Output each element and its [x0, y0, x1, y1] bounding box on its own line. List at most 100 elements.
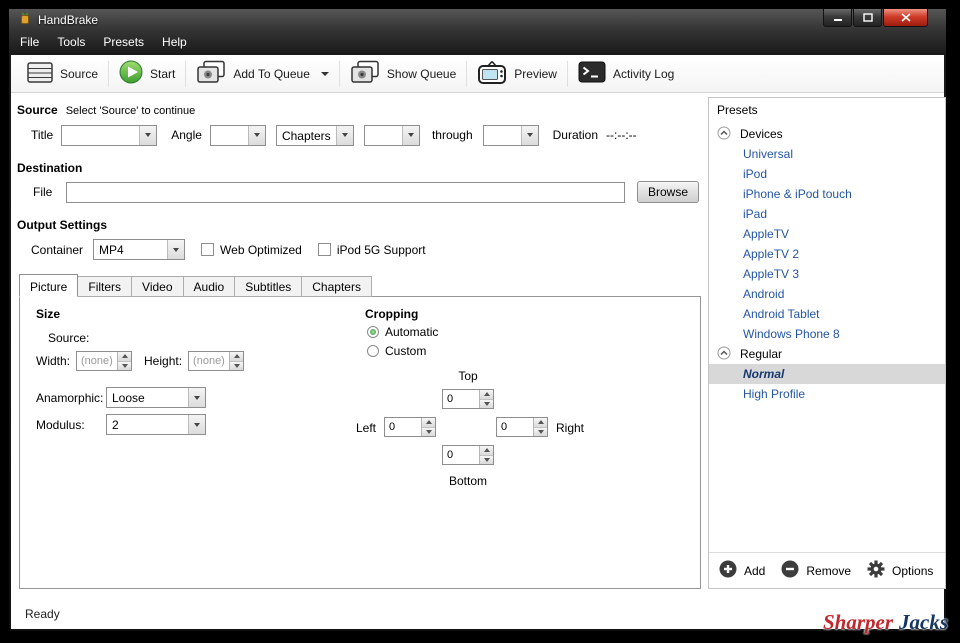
duration-value: --:--:-- [606, 128, 637, 142]
preset-item[interactable]: Android Tablet [709, 304, 945, 324]
collapse-chevron-icon[interactable] [717, 126, 731, 143]
show-queue-icon [350, 60, 380, 88]
preset-group-regular[interactable]: Regular [709, 344, 945, 364]
window-content: Source Start Add To Queue [11, 55, 944, 629]
add-preset-button[interactable]: Add [719, 560, 765, 581]
chapter-start-dropdown[interactable] [364, 125, 420, 146]
preset-item[interactable]: AppleTV 2 [709, 244, 945, 264]
file-input[interactable] [66, 182, 625, 203]
tab-chapters[interactable]: Chapters [302, 276, 372, 297]
menu-help[interactable]: Help [153, 32, 196, 52]
height-label: Height: [144, 354, 182, 368]
add-to-queue-icon [196, 60, 226, 88]
stepper-down-icon[interactable] [230, 362, 243, 371]
stepper-arrows[interactable] [421, 418, 435, 436]
container-dropdown[interactable]: MP4 [93, 239, 185, 260]
stepper-arrows[interactable] [479, 446, 493, 464]
add-to-queue-button[interactable]: Add To Queue [186, 56, 339, 92]
minimize-button[interactable] [823, 9, 852, 27]
menu-bar: File Tools Presets Help [9, 31, 946, 53]
dropdown-arrow-icon[interactable] [188, 415, 205, 434]
dropdown-arrow-icon[interactable] [188, 388, 205, 407]
height-stepper[interactable]: (none) [188, 351, 244, 371]
automatic-radio[interactable] [367, 326, 379, 338]
activity-log-label: Activity Log [613, 67, 674, 81]
chapter-end-dropdown[interactable] [483, 125, 539, 146]
stepper-down-icon[interactable] [118, 362, 131, 371]
stepper-up-icon[interactable] [230, 352, 243, 362]
preset-item-selected[interactable]: Normal [709, 364, 945, 384]
stepper-up-icon[interactable] [480, 446, 493, 456]
dropdown-arrow-icon[interactable] [521, 126, 538, 145]
crop-bottom-stepper[interactable]: 0 [442, 445, 494, 465]
stepper-up-icon[interactable] [422, 418, 435, 428]
preset-item[interactable]: AppleTV [709, 224, 945, 244]
preset-group-devices[interactable]: Devices [709, 124, 945, 144]
stepper-arrows[interactable] [533, 418, 547, 436]
dropdown-arrow-icon[interactable] [336, 126, 353, 145]
collapse-chevron-icon[interactable] [717, 346, 731, 363]
custom-crop-option[interactable]: Custom [367, 344, 426, 358]
preset-item[interactable]: Windows Phone 8 [709, 324, 945, 344]
custom-radio[interactable] [367, 345, 379, 357]
stepper-up-icon[interactable] [118, 352, 131, 362]
title-dropdown[interactable] [61, 125, 157, 146]
automatic-crop-option[interactable]: Automatic [367, 325, 438, 339]
stepper-down-icon[interactable] [534, 428, 547, 437]
preview-label: Preview [514, 67, 557, 81]
preview-button[interactable]: Preview [467, 56, 567, 92]
tab-video[interactable]: Video [132, 276, 183, 297]
start-button[interactable]: Start [109, 56, 185, 91]
stepper-down-icon[interactable] [480, 400, 493, 409]
menu-tools[interactable]: Tools [48, 32, 94, 52]
web-optimized-option[interactable]: Web Optimized [201, 243, 302, 257]
stepper-up-icon[interactable] [480, 390, 493, 400]
angle-dropdown[interactable] [210, 125, 266, 146]
add-to-queue-caret-icon[interactable] [321, 72, 329, 76]
remove-preset-button[interactable]: Remove [781, 560, 851, 581]
menu-file[interactable]: File [11, 32, 48, 52]
crop-left-stepper[interactable]: 0 [384, 417, 436, 437]
stepper-arrows[interactable] [479, 390, 493, 408]
dropdown-arrow-icon[interactable] [402, 126, 419, 145]
dropdown-arrow-icon[interactable] [248, 126, 265, 145]
crop-left-label: Left [356, 421, 376, 435]
crop-right-stepper[interactable]: 0 [496, 417, 548, 437]
close-button[interactable] [883, 9, 928, 27]
maximize-button[interactable] [853, 9, 882, 27]
tab-audio[interactable]: Audio [184, 276, 236, 297]
source-button[interactable]: Source [17, 58, 108, 90]
preset-options-button[interactable]: Options [867, 560, 933, 581]
preset-item[interactable]: High Profile [709, 384, 945, 404]
width-stepper[interactable]: (none) [76, 351, 132, 371]
stepper-arrows[interactable] [229, 352, 243, 370]
web-optimized-checkbox[interactable] [201, 243, 214, 256]
dropdown-arrow-icon[interactable] [167, 240, 184, 259]
ipod-5g-option[interactable]: iPod 5G Support [318, 243, 426, 257]
stepper-arrows[interactable] [117, 352, 131, 370]
preset-item[interactable]: Universal [709, 144, 945, 164]
tab-picture[interactable]: Picture [19, 274, 78, 297]
remove-icon [781, 560, 799, 581]
preset-item[interactable]: iPad [709, 204, 945, 224]
modulus-dropdown[interactable]: 2 [106, 414, 206, 435]
preset-item[interactable]: AppleTV 3 [709, 264, 945, 284]
crop-top-stepper[interactable]: 0 [442, 389, 494, 409]
anamorphic-dropdown[interactable]: Loose [106, 387, 206, 408]
menu-presets[interactable]: Presets [94, 32, 153, 52]
stepper-down-icon[interactable] [422, 428, 435, 437]
browse-button[interactable]: Browse [637, 181, 699, 203]
status-text: Ready [25, 607, 60, 621]
preset-item[interactable]: iPhone & iPod touch [709, 184, 945, 204]
tab-filters[interactable]: Filters [78, 276, 132, 297]
preset-item[interactable]: Android [709, 284, 945, 304]
preset-item[interactable]: iPod [709, 164, 945, 184]
stepper-up-icon[interactable] [534, 418, 547, 428]
ipod-5g-checkbox[interactable] [318, 243, 331, 256]
tab-subtitles[interactable]: Subtitles [235, 276, 302, 297]
show-queue-button[interactable]: Show Queue [340, 56, 466, 92]
activity-log-button[interactable]: Activity Log [568, 57, 684, 90]
range-mode-dropdown[interactable]: Chapters [276, 125, 354, 146]
stepper-down-icon[interactable] [480, 456, 493, 465]
dropdown-arrow-icon[interactable] [139, 126, 156, 145]
